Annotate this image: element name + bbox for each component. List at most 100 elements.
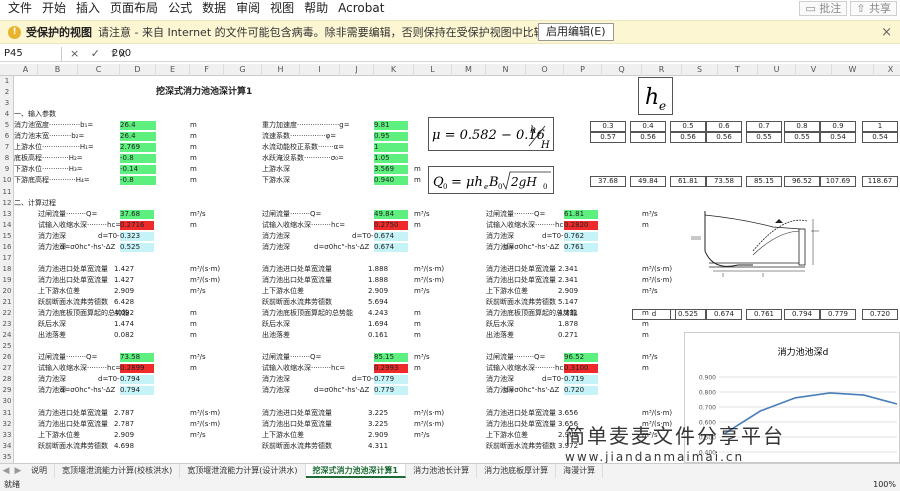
d2-formula[interactable]: d=σ0hc"-hs'-ΔZ xyxy=(60,243,115,252)
label-dz[interactable]: 上下游水位差 xyxy=(262,431,372,440)
d1-formula[interactable]: d=T0- xyxy=(542,232,564,241)
q-value[interactable]: 107.69 xyxy=(820,176,856,188)
dz2-value[interactable]: 0.161 xyxy=(368,331,388,340)
unit[interactable]: m³/s xyxy=(642,210,658,219)
d2-value[interactable]: 0.779 xyxy=(374,386,408,396)
tab-prev-icon[interactable]: ◀ xyxy=(0,466,12,476)
mu-value[interactable]: 0.55 xyxy=(784,132,820,144)
sheet-tab[interactable]: 宽顶堰泄流能力计算(设计洪水) xyxy=(180,464,306,478)
unit[interactable]: m xyxy=(190,320,197,329)
label-hc[interactable]: 试输入收缩水深·········hc= xyxy=(262,221,372,230)
label-dz[interactable]: 上下游水位差 xyxy=(262,287,372,296)
d1-formula[interactable]: d=T0- xyxy=(542,375,564,384)
mu-value[interactable]: 0.54 xyxy=(862,132,898,144)
q-input[interactable]: 37.68 xyxy=(120,209,154,219)
q2-value[interactable]: 1.427 xyxy=(114,276,134,285)
mu-value[interactable]: 0.55 xyxy=(746,132,782,144)
label-q1[interactable]: 消力池进口处单宽流量 xyxy=(262,409,372,418)
column-header[interactable]: T xyxy=(718,64,758,76)
label-hjm[interactable]: 跃后水深 xyxy=(262,320,372,329)
unit[interactable]: m xyxy=(190,309,197,318)
label-d1[interactable]: 消力池深 xyxy=(262,232,332,241)
unit[interactable]: m³/s xyxy=(642,353,658,362)
mu-value[interactable]: 0.56 xyxy=(630,132,666,144)
d2-formula[interactable]: d=σ0hc"-hs'-ΔZ xyxy=(314,243,369,252)
row-header[interactable]: 19 xyxy=(0,276,14,285)
unit[interactable]: m xyxy=(414,309,421,318)
Fr-value[interactable]: 5.147 xyxy=(558,298,578,307)
d2-value[interactable]: 0.794 xyxy=(120,386,154,396)
unit[interactable]: m³/(s·m) xyxy=(414,265,444,274)
row-header[interactable]: 22 xyxy=(0,309,14,318)
d-value[interactable]: 0.761 xyxy=(746,309,782,321)
row-header[interactable]: 2 xyxy=(0,88,14,97)
input-value[interactable]: 0.940 xyxy=(374,176,408,186)
sheet-tab[interactable]: 说明 xyxy=(24,464,55,478)
input-value[interactable]: -0.14 xyxy=(120,165,156,175)
row-header[interactable]: 8 xyxy=(0,154,14,163)
row-header[interactable]: 14 xyxy=(0,221,14,230)
d1-value[interactable]: 0.779 xyxy=(374,375,408,385)
row-header[interactable]: 31 xyxy=(0,409,14,418)
dz2-value[interactable]: 0.082 xyxy=(114,331,134,340)
sheet-tab[interactable]: 消力池底板厚计算 xyxy=(477,464,557,478)
unit[interactable]: m³/(s·m) xyxy=(642,265,672,274)
q-value[interactable]: 85.15 xyxy=(746,176,782,188)
q1-value[interactable]: 1.888 xyxy=(368,265,388,274)
input-value[interactable]: -0.8 xyxy=(120,176,156,186)
unit[interactable]: m xyxy=(190,331,197,340)
d1-formula[interactable]: d=T0- xyxy=(352,375,374,384)
input-label[interactable]: 下游水深 xyxy=(262,176,377,185)
unit[interactable]: m xyxy=(414,221,421,230)
he-value[interactable]: 0.8 xyxy=(784,121,820,133)
label-dz2[interactable]: 出池落差 xyxy=(486,331,596,340)
formula-input[interactable]: 200 xyxy=(112,46,131,62)
input-unit[interactable]: m xyxy=(190,176,197,185)
input-value[interactable]: 0.95 xyxy=(374,132,408,142)
label-hjm[interactable]: 跃后水深 xyxy=(486,320,596,329)
row-header[interactable]: 34 xyxy=(0,442,14,451)
input-unit[interactable]: m xyxy=(190,143,197,152)
d1-value[interactable]: 0.794 xyxy=(120,375,154,385)
q-value[interactable]: 118.67 xyxy=(862,176,898,188)
column-header[interactable]: L xyxy=(414,64,452,76)
input-unit[interactable]: m xyxy=(414,165,421,174)
section-inputs[interactable]: 一、输入参数 xyxy=(14,110,56,119)
row-header[interactable]: 6 xyxy=(0,132,14,141)
label-q2[interactable]: 消力池出口处单宽流量 xyxy=(262,276,372,285)
he-value[interactable]: 0.7 xyxy=(746,121,782,133)
unit[interactable]: m xyxy=(414,364,421,373)
input-unit[interactable]: m xyxy=(414,176,421,185)
label-Fr[interactable]: 跃前断面水流弗劳德数 xyxy=(262,298,372,307)
q-input[interactable]: 61.81 xyxy=(564,209,598,219)
q1-value[interactable]: 2.787 xyxy=(114,409,134,418)
input-label[interactable]: 重力加速度···················g= xyxy=(262,121,377,130)
he-value[interactable]: 0.3 xyxy=(590,121,626,133)
label-Tj[interactable]: 消力池底板顶面算起的总势能 xyxy=(262,309,372,318)
d2-value[interactable]: 0.720 xyxy=(564,386,598,396)
label-q[interactable]: 过闸流量·········Q= xyxy=(262,353,372,362)
unit[interactable]: m³/s xyxy=(190,431,206,440)
Tj-value[interactable]: 4.243 xyxy=(368,309,388,318)
input-unit[interactable]: m xyxy=(190,121,197,130)
column-header[interactable]: H xyxy=(262,64,300,76)
d2-value[interactable]: 0.674 xyxy=(374,242,408,252)
unit[interactable]: m³/s xyxy=(190,353,206,362)
row-header[interactable]: 10 xyxy=(0,176,14,185)
row-header[interactable]: 17 xyxy=(0,254,14,263)
column-header[interactable]: I xyxy=(300,64,340,76)
sheet-tab[interactable]: 挖深式消力池池深计算1 xyxy=(305,464,407,478)
row-header[interactable]: 18 xyxy=(0,265,14,274)
menu-item-4[interactable]: 公式 xyxy=(163,0,197,17)
q-input[interactable]: 96.52 xyxy=(564,353,598,363)
input-label[interactable]: 消力池宽度··············b₁= xyxy=(14,121,134,130)
label-Tj[interactable]: 消力池底板顶面算起的总势能 xyxy=(486,309,596,318)
row-header[interactable]: 1 xyxy=(0,77,14,86)
input-label[interactable]: 水跃淹没系数············σ₀= xyxy=(262,154,377,163)
unit[interactable]: m³/(s·m) xyxy=(414,276,444,285)
section-process[interactable]: 二、计算过程 xyxy=(14,199,56,208)
unit[interactable]: m³/s xyxy=(414,287,430,296)
unit[interactable]: m xyxy=(642,364,649,373)
column-header[interactable]: X xyxy=(874,64,900,76)
column-header[interactable]: F xyxy=(190,64,224,76)
